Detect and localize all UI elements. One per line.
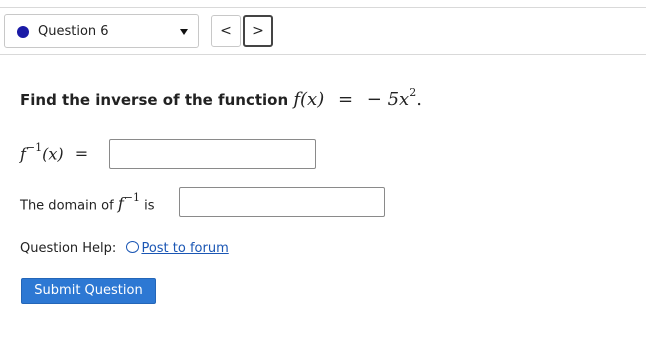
domain-answer-input[interactable] [179, 187, 385, 217]
inverse-answer-input[interactable] [109, 139, 316, 169]
question-select[interactable]: Question 6 [4, 14, 199, 48]
rhs-exponent: 2 [409, 86, 417, 99]
function-expression: f(x) = − 5x2. [293, 86, 422, 110]
question-help-label: Question Help: [20, 241, 117, 256]
post-to-forum-label: Post to forum [141, 241, 229, 256]
question-status-dot-icon [17, 26, 29, 38]
header-divider [0, 54, 646, 55]
function-period: . [416, 89, 422, 110]
question-select-label: Question 6 [38, 24, 109, 39]
domain-inverse-f: f [117, 194, 124, 214]
function-lhs: f(x) [293, 89, 325, 110]
function-rhs: − 5x [366, 89, 410, 110]
top-divider [0, 7, 646, 8]
domain-prefix: The domain of [20, 198, 114, 214]
inverse-answer-label: f−1(x) = [20, 141, 89, 164]
speech-bubble-icon [126, 241, 140, 253]
submit-question-button[interactable]: Submit Question [21, 278, 156, 304]
equals-sign: = [337, 89, 354, 110]
question-help: Question Help: Post to forum [20, 241, 229, 256]
chevron-down-icon [180, 29, 188, 35]
question-prompt: Find the inverse of the function f(x) = … [20, 86, 422, 110]
post-to-forum-link[interactable]: Post to forum [126, 241, 229, 256]
domain-inverse-exponent: −1 [123, 191, 140, 204]
inverse-exponent: −1 [25, 141, 43, 154]
prompt-text: Find the inverse of the function [20, 91, 289, 109]
domain-answer-label: The domain of f−1 is [20, 191, 155, 214]
inverse-arg: (x) [42, 144, 64, 164]
next-question-button[interactable]: > [243, 15, 273, 47]
domain-inverse-symbol: f−1 [117, 191, 140, 214]
domain-suffix: is [144, 198, 155, 214]
inverse-equals-sign: = [74, 144, 89, 164]
previous-question-button[interactable]: < [211, 15, 241, 47]
